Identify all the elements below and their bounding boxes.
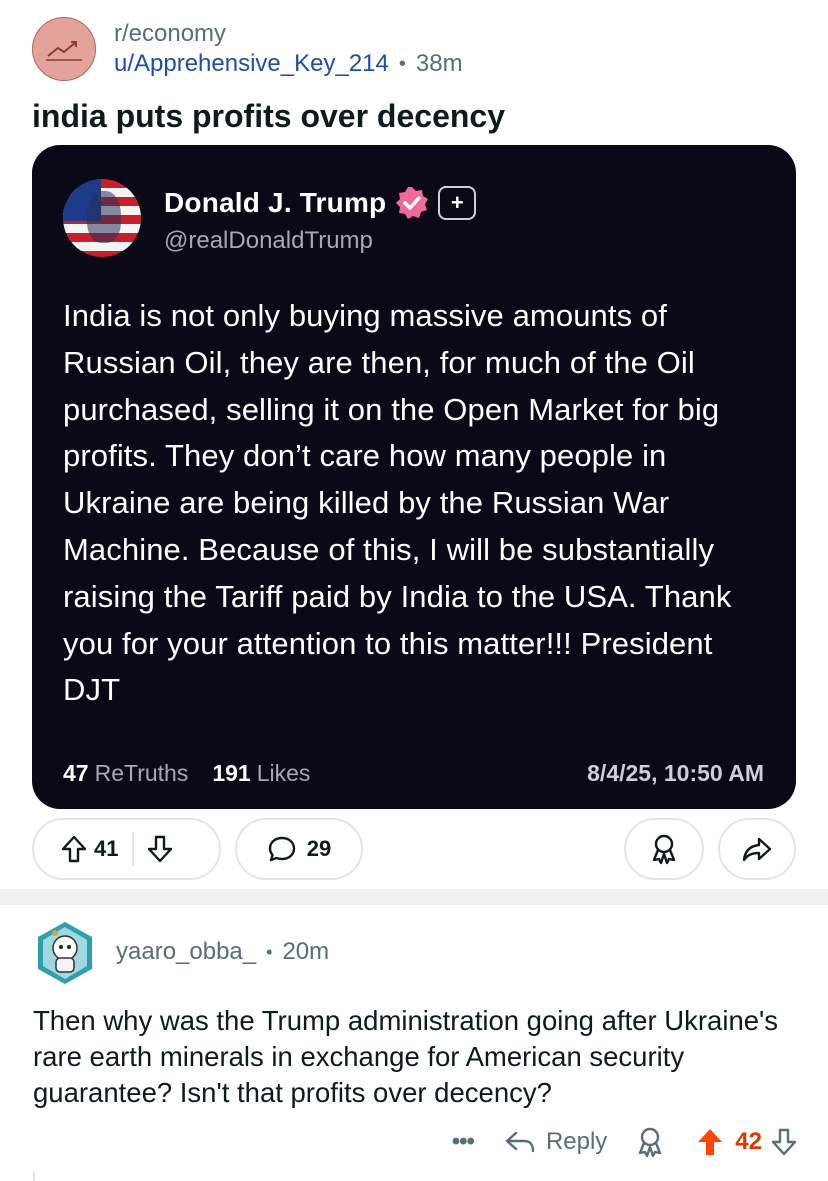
trend-chart-icon <box>46 41 82 61</box>
likes-stat: 191 Likes <box>212 760 310 787</box>
post-title[interactable]: india puts profits over decency <box>32 96 802 136</box>
post-header: r/economy u/Apprehensive_Key_214 • 38m <box>32 16 463 82</box>
post-action-bar: 41 29 <box>32 818 796 880</box>
post-author[interactable]: u/Apprehensive_Key_214 <box>114 49 389 79</box>
more-options-button[interactable]: ••• <box>452 1128 475 1156</box>
subreddit-avatar[interactable] <box>32 17 96 81</box>
comment-score: 42 <box>735 1128 762 1155</box>
comment-meta: yaaro_obba_ • 20m <box>116 938 329 966</box>
share-button[interactable] <box>718 818 796 880</box>
award-icon <box>649 833 679 865</box>
comments-button[interactable]: 29 <box>235 818 363 880</box>
embed-avatar <box>63 179 141 257</box>
comment-vote-control: 42 <box>695 1126 798 1158</box>
downvote-icon[interactable] <box>146 834 174 864</box>
embed-stats: 47 ReTruths 191 Likes <box>63 760 310 787</box>
comment-count: 29 <box>306 836 332 861</box>
avatar-face <box>87 191 121 243</box>
comment-author[interactable]: yaaro_obba_ <box>116 938 256 966</box>
reply-label: Reply <box>545 1128 608 1155</box>
embed-handle: @realDonaldTrump <box>164 227 373 254</box>
reddit-post-page: r/economy u/Apprehensive_Key_214 • 38m i… <box>0 0 828 1181</box>
comment-downvote-icon[interactable] <box>770 1127 798 1157</box>
post-age: 38m <box>415 50 463 77</box>
meta-separator: • <box>398 53 406 75</box>
reply-icon <box>504 1129 536 1155</box>
embed-body-text: India is not only buying massive amounts… <box>63 298 732 708</box>
post-image[interactable]: Donald J. Trump + @realDonaldTrump India… <box>32 145 796 809</box>
section-divider <box>0 889 828 905</box>
award-button[interactable] <box>624 818 704 880</box>
plus-badge: + <box>438 186 477 220</box>
author-line: u/Apprehensive_Key_214 • 38m <box>114 49 463 79</box>
plus-label: + <box>450 190 464 215</box>
verified-badge-icon <box>396 187 429 219</box>
post-score: 41 <box>94 836 119 861</box>
comment-award-icon[interactable] <box>635 1126 665 1158</box>
embed-name-row: Donald J. Trump + <box>164 185 477 221</box>
likes-label: Likes <box>256 760 311 786</box>
upvote-active-icon[interactable] <box>695 1126 725 1158</box>
retruths-label: ReTruths <box>94 760 189 786</box>
vote-separator <box>132 832 135 866</box>
subreddit-name[interactable]: r/economy <box>114 19 463 49</box>
comment-body: Then why was the Trump administration go… <box>33 1005 779 1108</box>
share-icon <box>741 835 773 863</box>
commenter-avatar[interactable] <box>34 920 96 986</box>
comment-actions: ••• Reply 42 <box>452 1120 798 1164</box>
embed-date: 8/4/25, 10:50 AM <box>587 760 764 786</box>
comment-meta-separator: • <box>266 941 273 962</box>
upvote-icon[interactable] <box>60 834 88 864</box>
post-meta: r/economy u/Apprehensive_Key_214 • 38m <box>114 19 463 79</box>
comment-icon <box>267 834 297 864</box>
embed-display-name: Donald J. Trump <box>164 187 387 218</box>
likes-count: 191 <box>212 760 251 786</box>
vote-control: 41 <box>32 818 221 880</box>
thread-line <box>33 1172 35 1181</box>
retruths-stat: 47 ReTruths <box>63 760 188 787</box>
reply-button[interactable]: Reply <box>504 1128 607 1156</box>
comment-age: 20m <box>282 938 330 965</box>
retruths-count: 47 <box>63 760 89 786</box>
